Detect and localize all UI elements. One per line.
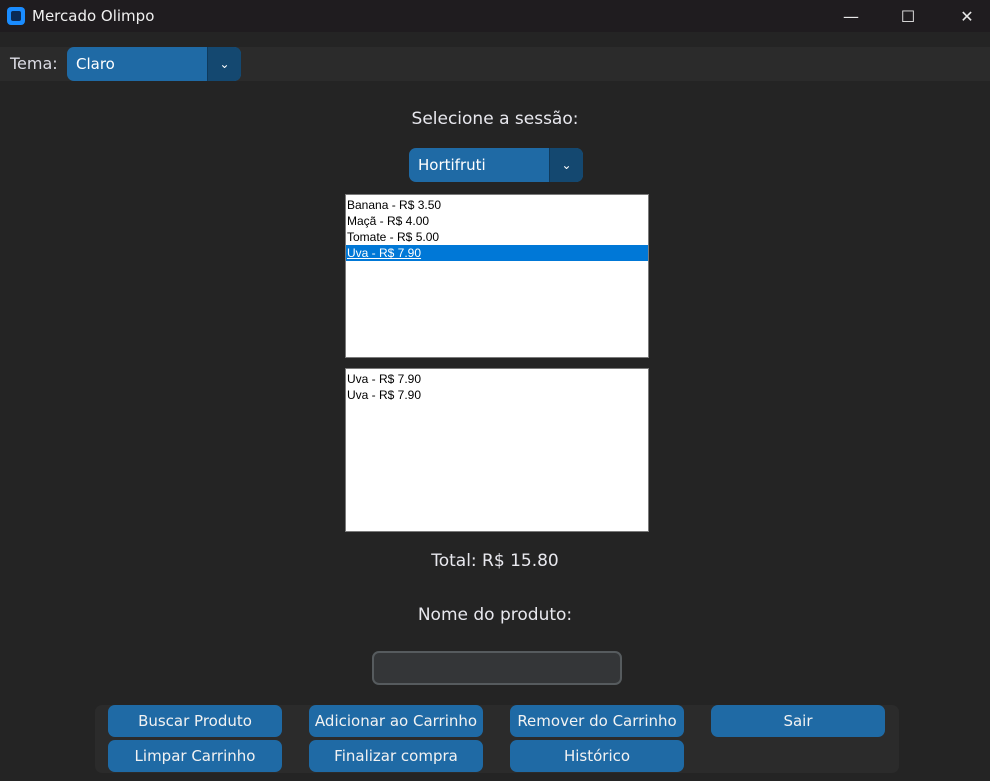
app-icon <box>7 7 25 25</box>
cart-listbox[interactable]: Uva - R$ 7.90 Uva - R$ 7.90 <box>345 368 649 532</box>
close-button[interactable]: ✕ <box>944 0 990 32</box>
history-button[interactable]: Histórico <box>510 740 684 772</box>
list-item[interactable]: Uva - R$ 7.90 <box>346 245 648 261</box>
theme-dropdown[interactable]: Claro ⌄ <box>67 47 241 81</box>
checkout-button[interactable]: Finalizar compra <box>309 740 483 772</box>
list-item[interactable]: Maçã - R$ 4.00 <box>346 213 648 229</box>
chevron-down-icon[interactable]: ⌄ <box>208 47 241 81</box>
product-listbox[interactable]: Banana - R$ 3.50 Maçã - R$ 4.00 Tomate - R… <box>345 194 649 358</box>
list-item[interactable]: Uva - R$ 7.90 <box>346 371 648 387</box>
product-name-label: Nome do produto: <box>417 605 573 625</box>
session-dropdown[interactable]: Hortifruti ⌄ <box>409 148 583 182</box>
theme-label: Tema: <box>10 54 58 73</box>
list-item[interactable]: Uva - R$ 7.90 <box>346 387 648 403</box>
search-product-button[interactable]: Buscar Produto <box>108 705 282 737</box>
window-title: Mercado Olimpo <box>32 7 155 25</box>
remove-from-cart-button[interactable]: Remover do Carrinho <box>510 705 684 737</box>
product-name-input[interactable] <box>372 651 622 685</box>
session-dropdown-value: Hortifruti <box>418 156 486 174</box>
clear-cart-button[interactable]: Limpar Carrinho <box>108 740 282 772</box>
chevron-down-icon[interactable]: ⌄ <box>550 148 583 182</box>
add-to-cart-button[interactable]: Adicionar ao Carrinho <box>309 705 483 737</box>
theme-dropdown-value: Claro <box>76 55 115 73</box>
maximize-button[interactable]: ☐ <box>885 0 931 32</box>
list-item[interactable]: Tomate - R$ 5.00 <box>346 229 648 245</box>
session-heading: Selecione a sessão: <box>411 109 579 129</box>
list-item[interactable]: Banana - R$ 3.50 <box>346 197 648 213</box>
minimize-button[interactable]: — <box>828 0 874 32</box>
exit-button[interactable]: Sair <box>711 705 885 737</box>
cart-total: Total: R$ 15.80 <box>431 551 559 571</box>
